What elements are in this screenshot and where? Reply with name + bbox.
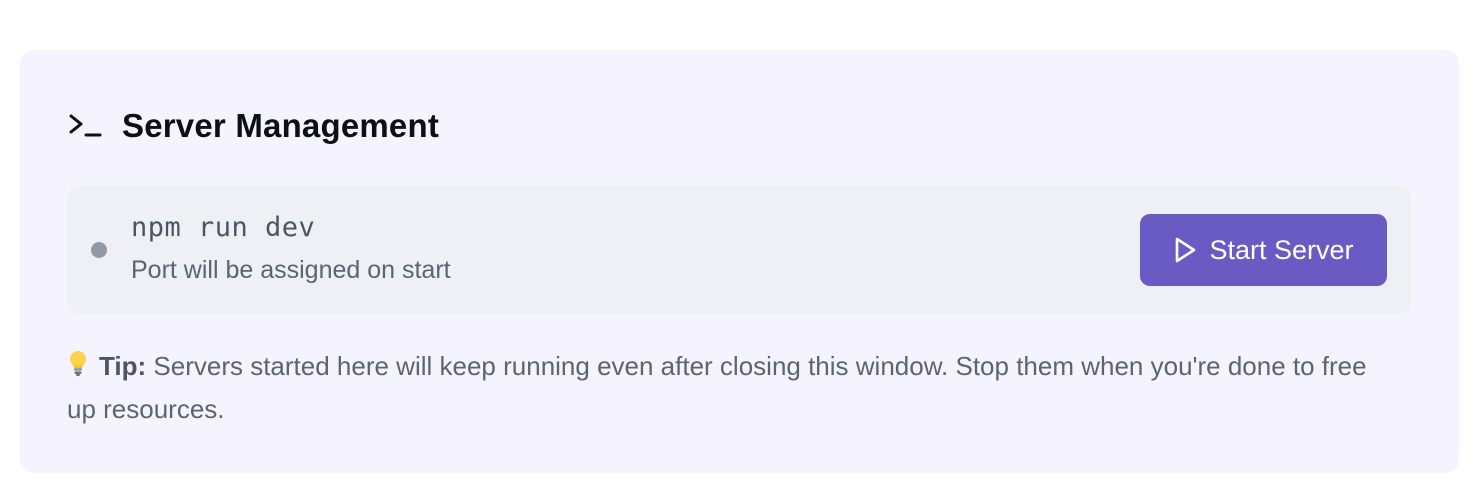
play-icon <box>1173 235 1199 265</box>
server-management-card: Server Management npm run dev Port will … <box>20 50 1459 473</box>
lightbulb-icon <box>67 348 89 389</box>
panel-header: Server Management <box>68 106 439 146</box>
status-indicator <box>91 242 107 258</box>
port-info: Port will be assigned on start <box>131 256 451 284</box>
start-server-label: Start Server <box>1209 234 1354 265</box>
terminal-icon <box>68 111 104 141</box>
tip-label: Tip: <box>99 351 147 381</box>
tip-text: Tip: Servers started here will keep runn… <box>67 346 1387 430</box>
tip-message: Servers started here will keep running e… <box>67 351 1367 424</box>
server-row: npm run dev Port will be assigned on sta… <box>67 186 1411 314</box>
panel-title: Server Management <box>122 107 440 144</box>
start-server-button[interactable]: Start Server <box>1140 214 1387 286</box>
server-command: npm run dev <box>131 212 316 243</box>
